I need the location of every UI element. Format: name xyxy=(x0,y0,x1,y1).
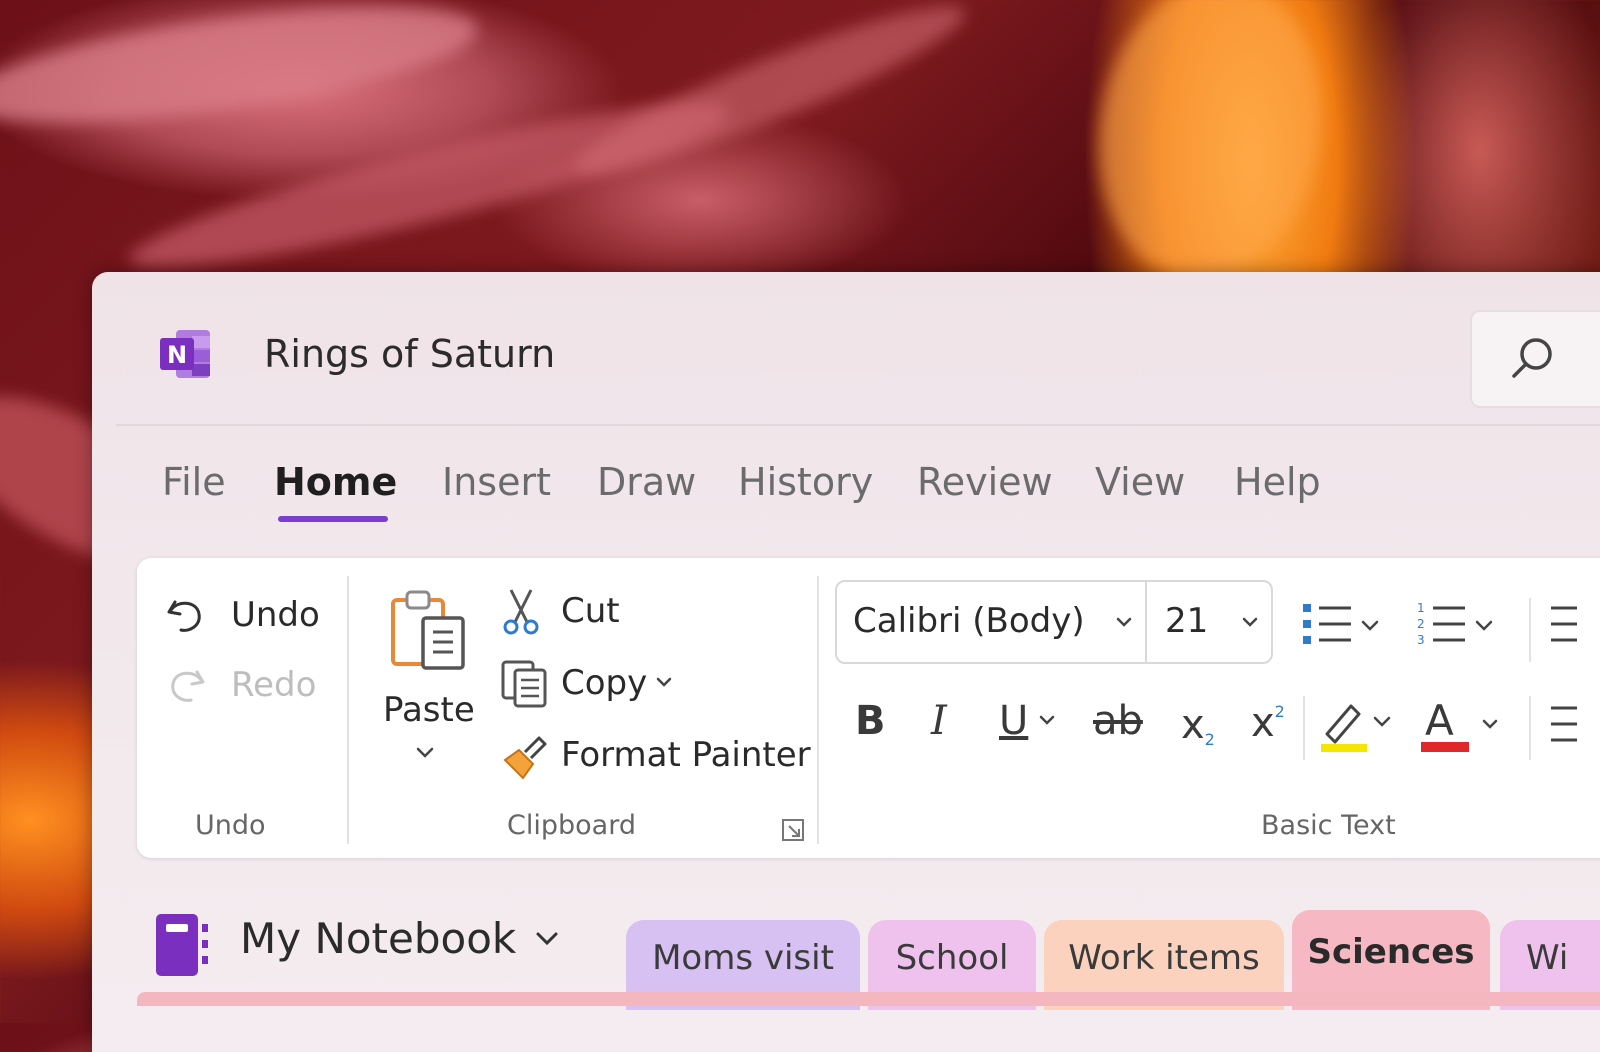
chevron-down-icon xyxy=(413,744,437,762)
font-name-value: Calibri (Body) xyxy=(853,601,1085,641)
group-divider xyxy=(1529,696,1531,760)
onenote-app-icon: N xyxy=(158,326,214,382)
svg-text:3: 3 xyxy=(1417,633,1425,647)
bullet-list-icon xyxy=(1299,598,1389,654)
chevron-down-icon xyxy=(653,674,675,692)
font-name-dropdown[interactable]: Calibri (Body) xyxy=(835,580,1149,664)
title-divider xyxy=(116,424,1600,426)
tab-insert[interactable]: Insert xyxy=(442,460,551,504)
scissors-icon xyxy=(499,586,543,636)
subscript-button[interactable]: x 2 xyxy=(1181,700,1215,749)
active-tab-indicator xyxy=(278,516,388,522)
bold-button[interactable]: B xyxy=(855,698,886,744)
notebook-name: My Notebook xyxy=(240,914,516,963)
copy-label: Copy xyxy=(561,663,647,703)
redo-label: Redo xyxy=(231,665,316,705)
font-color-button[interactable]: A xyxy=(1419,694,1505,754)
group-divider xyxy=(1303,696,1305,760)
copy-icon xyxy=(499,658,551,708)
font-color-glyph: A xyxy=(1425,696,1454,745)
chevron-down-icon xyxy=(1479,716,1501,734)
search-button[interactable] xyxy=(1470,310,1600,408)
redo-icon xyxy=(163,662,209,708)
format-painter-button[interactable]: Format Painter xyxy=(499,730,811,780)
paste-label: Paste xyxy=(383,690,475,730)
align-icon[interactable] xyxy=(1547,698,1577,754)
underline-glyph: U xyxy=(999,698,1028,744)
italic-button[interactable]: I xyxy=(931,698,947,744)
font-size-dropdown[interactable]: 21 xyxy=(1145,580,1273,664)
tab-view[interactable]: View xyxy=(1095,460,1185,504)
redo-button[interactable]: Redo xyxy=(163,662,316,708)
title-bar: N Rings of Saturn xyxy=(92,272,1600,424)
strikethrough-button[interactable]: ab xyxy=(1093,698,1143,744)
superscript-marker: 2 xyxy=(1275,702,1285,721)
chevron-down-icon xyxy=(532,928,562,950)
numbered-list-button[interactable]: 1 2 3 xyxy=(1415,598,1505,654)
wallpaper-streak xyxy=(564,0,976,196)
svg-text:2: 2 xyxy=(1417,617,1425,631)
subscript-marker: 2 xyxy=(1205,730,1215,749)
bullet-list-button[interactable] xyxy=(1299,598,1389,654)
tab-review[interactable]: Review xyxy=(917,460,1053,504)
chevron-down-icon xyxy=(1113,614,1135,632)
format-painter-label: Format Painter xyxy=(561,735,811,775)
dialog-launcher-icon[interactable] xyxy=(781,818,805,842)
wallpaper-streak xyxy=(0,0,484,146)
tab-draw[interactable]: Draw xyxy=(597,460,696,504)
copy-button[interactable]: Copy xyxy=(499,658,675,708)
underline-button[interactable]: U xyxy=(999,698,1058,744)
undo-icon xyxy=(163,592,209,638)
basic-text-group-label: Basic Text xyxy=(1261,810,1396,841)
svg-text:1: 1 xyxy=(1417,601,1425,615)
group-divider xyxy=(1529,598,1531,662)
superscript-button[interactable]: x 2 xyxy=(1251,700,1285,746)
superscript-glyph: x xyxy=(1251,700,1275,746)
ribbon: Undo Redo Undo Paste xyxy=(137,558,1600,858)
cut-button[interactable]: Cut xyxy=(499,586,620,636)
highlighter-icon xyxy=(1317,694,1397,754)
section-page-strip xyxy=(137,992,1600,1006)
tab-help[interactable]: Help xyxy=(1234,460,1321,504)
wallpaper-streak xyxy=(1076,0,1345,297)
chevron-down-icon xyxy=(1036,712,1058,730)
group-divider xyxy=(817,576,819,844)
search-icon xyxy=(1508,334,1556,382)
align-icon[interactable] xyxy=(1547,598,1577,654)
font-color-swatch xyxy=(1421,742,1469,752)
cut-label: Cut xyxy=(561,591,620,631)
undo-label: Undo xyxy=(231,595,320,635)
app-icon-letter: N xyxy=(167,341,187,369)
subscript-glyph: x xyxy=(1181,702,1205,748)
highlight-button[interactable] xyxy=(1317,694,1397,754)
font-size-value: 21 xyxy=(1165,601,1208,641)
tab-file[interactable]: File xyxy=(162,460,226,504)
format-painter-icon xyxy=(499,730,551,780)
notebook-icon xyxy=(154,912,210,978)
notebook-switcher[interactable]: My Notebook xyxy=(240,914,562,963)
undo-group-label: Undo xyxy=(195,810,266,841)
numbered-list-icon: 1 2 3 xyxy=(1415,598,1505,654)
clipboard-group-label: Clipboard xyxy=(507,810,636,841)
onenote-window: N Rings of Saturn File Home Insert Draw … xyxy=(92,272,1600,1052)
tab-history[interactable]: History xyxy=(738,460,873,504)
notebook-page-title: Rings of Saturn xyxy=(264,332,555,376)
paste-button[interactable]: Paste xyxy=(377,584,473,774)
tab-home[interactable]: Home xyxy=(274,460,397,504)
notebook-bar: My Notebook Moms visit School Work items… xyxy=(92,882,1600,1052)
undo-button[interactable]: Undo xyxy=(163,592,320,638)
group-divider xyxy=(347,576,349,844)
paste-icon xyxy=(383,584,473,676)
chevron-down-icon xyxy=(1239,614,1261,632)
